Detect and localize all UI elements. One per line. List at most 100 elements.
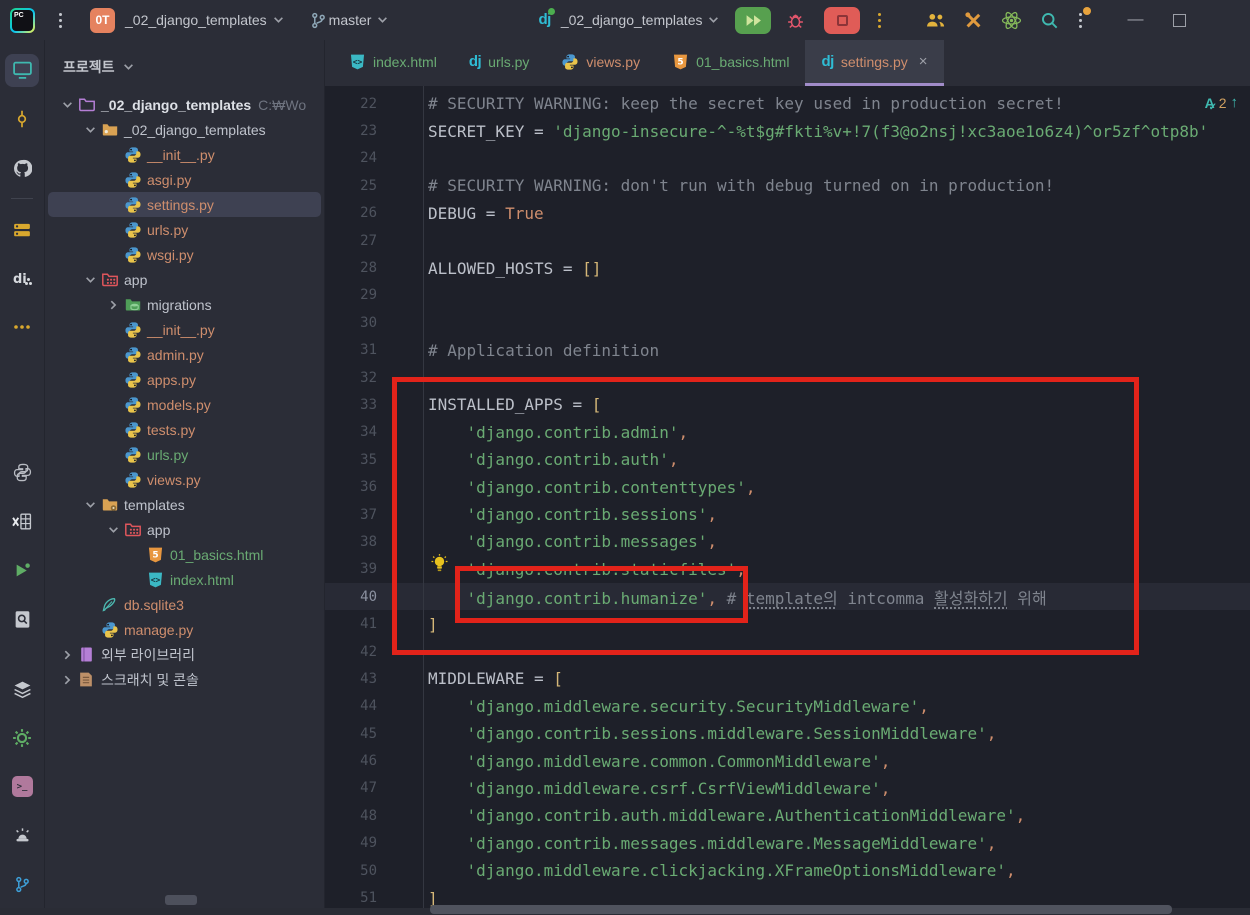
next-inspection-arrow-icon[interactable]: ↑ xyxy=(1231,94,1239,111)
tree-item-apps.py[interactable]: apps.py xyxy=(48,367,321,392)
tree-item-wsgi.py[interactable]: wsgi.py xyxy=(48,242,321,267)
editor-horizontal-scrollbar[interactable] xyxy=(430,905,1172,914)
django-run-icon: dj xyxy=(538,8,555,29)
tree-item-외부 라이브러리[interactable]: 외부 라이브러리 xyxy=(48,642,321,667)
tree-item-스크래치 및 콘솔[interactable]: 스크래치 및 콘솔 xyxy=(48,667,321,692)
tree-item-models.py[interactable]: models.py xyxy=(48,392,321,417)
project-panel-header[interactable]: 프로젝트 xyxy=(45,40,324,92)
code-line-28[interactable]: 28 ALLOWED_HOSTS = [] xyxy=(325,254,1250,281)
github-tool-button[interactable] xyxy=(5,152,39,185)
tree-item-urls.py[interactable]: urls.py xyxy=(48,442,321,467)
run-more-kebab-icon[interactable] xyxy=(868,7,891,34)
code-line-23[interactable]: 23 SECRET_KEY = 'django-insecure-^-%t$g#f… xyxy=(325,117,1250,144)
search-everywhere-button[interactable] xyxy=(1031,7,1068,34)
line-text: 'django.contrib.sessions.middleware.Sess… xyxy=(466,724,997,744)
minimize-button[interactable]: — xyxy=(1127,11,1143,29)
tree-item-asgi.py[interactable]: asgi.py xyxy=(48,167,321,192)
tree-item-label: urls.py xyxy=(147,221,189,238)
tree-item-index.html[interactable]: <> index.html xyxy=(48,567,321,592)
code-line-22[interactable]: 22 # SECURITY WARNING: keep the secret ke… xyxy=(325,90,1250,117)
code-line-26[interactable]: 26 DEBUG = True xyxy=(325,200,1250,227)
problems-tool-button[interactable] xyxy=(5,819,39,852)
chevron-down-icon[interactable] xyxy=(102,526,124,534)
stop-button[interactable] xyxy=(824,6,861,34)
code-line-45[interactable]: 45 'django.contrib.sessions.middleware.S… xyxy=(325,720,1250,747)
find-tool-button[interactable] xyxy=(5,603,39,636)
tree-item-db.sqlite3[interactable]: db.sqlite3 xyxy=(48,592,321,617)
python-packages-button[interactable] xyxy=(5,456,39,489)
rerun-button[interactable] xyxy=(735,6,772,34)
code-line-30[interactable]: 30 xyxy=(325,309,1250,336)
project-name: _02_django_templates xyxy=(125,12,267,28)
code-line-50[interactable]: 50 'django.middleware.clickjacking.XFram… xyxy=(325,857,1250,884)
chevron-down-icon xyxy=(377,16,388,24)
code-line-24[interactable]: 24 xyxy=(325,145,1250,172)
tree-item-admin.py[interactable]: admin.py xyxy=(48,342,321,367)
chevron-down-icon[interactable] xyxy=(79,276,101,284)
tree-item-app[interactable]: app xyxy=(48,517,321,542)
services-tool-button[interactable] xyxy=(5,722,39,755)
vcs-widget[interactable]: master xyxy=(310,12,389,29)
find-in-file-icon xyxy=(13,610,32,629)
chevron-right-icon[interactable] xyxy=(56,650,78,659)
settings-menu-button[interactable] xyxy=(1068,5,1093,36)
tree-item-__init__.py[interactable]: __init__.py xyxy=(48,317,321,342)
main-menu-kebab-icon[interactable] xyxy=(49,7,72,34)
build-tools-button[interactable] xyxy=(955,7,992,34)
tree-item-views.py[interactable]: views.py xyxy=(48,467,321,492)
code-with-me-button[interactable] xyxy=(917,8,955,32)
close-icon[interactable]: × xyxy=(919,53,928,70)
tab-urls.py[interactable]: dj urls.py xyxy=(453,40,546,86)
code-line-48[interactable]: 48 'django.contrib.auth.middleware.Authe… xyxy=(325,802,1250,829)
chevron-right-icon[interactable] xyxy=(56,675,78,684)
chevron-right-icon[interactable] xyxy=(102,300,124,309)
structure-tool-button[interactable] xyxy=(5,213,39,246)
django-structure-tool-button[interactable]: di xyxy=(5,262,39,295)
tab-views.py[interactable]: views.py xyxy=(545,40,656,86)
project-badge[interactable]: 0T xyxy=(90,7,115,33)
tree-item-_02_django_templates[interactable]: _02_django_templates xyxy=(48,117,321,142)
atom-plugin-button[interactable] xyxy=(992,6,1031,35)
tree-item-settings.py[interactable]: settings.py xyxy=(48,192,321,217)
tab-index.html[interactable]: <> index.html xyxy=(333,40,453,86)
code-line-25[interactable]: 25 # SECURITY WARNING: don't run with deb… xyxy=(325,172,1250,199)
tree-item-_02_django_templates[interactable]: _02_django_templates C:₩Wo xyxy=(48,92,321,117)
more-tool-windows-button[interactable] xyxy=(5,311,39,344)
run-config-widget[interactable]: dj _02_django_templates xyxy=(538,8,719,29)
code-line-31[interactable]: 31 # Application definition xyxy=(325,337,1250,364)
tree-item-migrations[interactable]: migrations xyxy=(48,292,321,317)
project-widget[interactable]: 0T _02_django_templates xyxy=(72,7,284,33)
debug-button[interactable] xyxy=(777,7,814,34)
code-line-43[interactable]: 43 MIDDLEWARE = [ xyxy=(325,665,1250,692)
tree-item-__init__.py[interactable]: __init__.py xyxy=(48,142,321,167)
code-line-29[interactable]: 29 xyxy=(325,282,1250,309)
tree-item-tests.py[interactable]: tests.py xyxy=(48,417,321,442)
chevron-down-icon[interactable] xyxy=(79,501,101,509)
tab-01_basics.html[interactable]: 5 01_basics.html xyxy=(656,40,805,86)
tree-item-urls.py[interactable]: urls.py xyxy=(48,217,321,242)
tree-horizontal-scrollbar[interactable] xyxy=(165,895,197,905)
tree-item-app[interactable]: app xyxy=(48,267,321,292)
tree-item-manage.py[interactable]: manage.py xyxy=(48,617,321,642)
code-line-47[interactable]: 47 'django.middleware.csrf.CsrfViewMiddl… xyxy=(325,775,1250,802)
line-number: 48 xyxy=(360,807,377,824)
commit-tool-button[interactable] xyxy=(5,103,39,136)
git-tool-button[interactable] xyxy=(5,868,39,901)
code-line-44[interactable]: 44 'django.middleware.security.SecurityM… xyxy=(325,693,1250,720)
chevron-down-icon[interactable] xyxy=(79,126,101,134)
tree-item-templates[interactable]: templates xyxy=(48,492,321,517)
code-line-46[interactable]: 46 'django.middleware.common.CommonMiddl… xyxy=(325,747,1250,774)
inspection-widget[interactable]: A ✓ 2 ↑ xyxy=(1205,94,1239,113)
layers-tool-button[interactable] xyxy=(5,673,39,706)
sciview-table-button[interactable] xyxy=(5,505,39,538)
code-line-27[interactable]: 27 xyxy=(325,227,1250,254)
tree-item-label: manage.py xyxy=(124,621,194,638)
maximize-button[interactable] xyxy=(1173,13,1187,27)
code-line-49[interactable]: 49 'django.contrib.messages.middleware.M… xyxy=(325,830,1250,857)
chevron-down-icon[interactable] xyxy=(56,101,78,109)
run-tool-button[interactable] xyxy=(5,554,39,587)
tree-item-01_basics.html[interactable]: 5 01_basics.html xyxy=(48,542,321,567)
project-tool-button[interactable] xyxy=(5,54,39,87)
terminal-tool-button[interactable]: >_ xyxy=(5,770,39,803)
tab-settings.py[interactable]: dj settings.py × xyxy=(805,40,944,86)
